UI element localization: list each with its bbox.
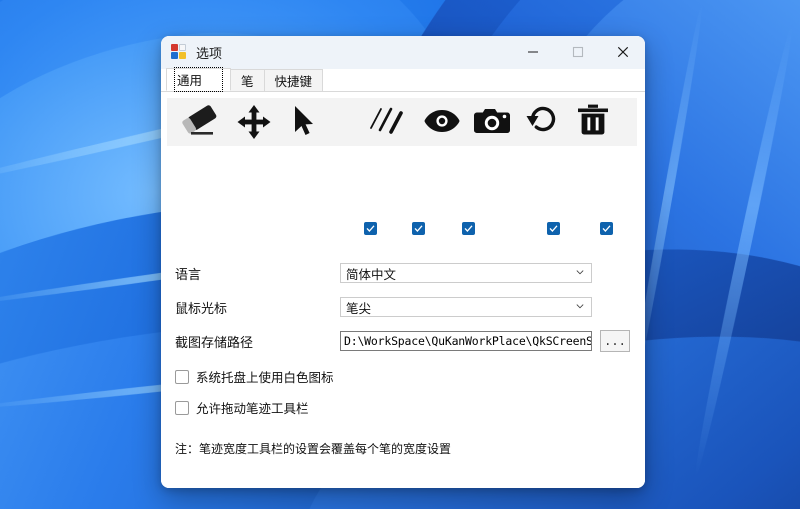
language-select[interactable]: 简体中文 — [340, 263, 592, 283]
tab-general-label: 通用 — [173, 67, 224, 92]
minimize-icon — [527, 51, 538, 53]
language-value: 简体中文 — [346, 266, 397, 282]
option-drag-toolbar-checkbox[interactable] — [175, 400, 189, 415]
cursor-value: 笔尖 — [346, 300, 372, 316]
pointer-icon[interactable] — [291, 104, 317, 140]
tool-checkbox-pointer[interactable] — [462, 222, 475, 235]
camera-icon[interactable] — [473, 107, 511, 135]
tool-checkbox-row — [161, 222, 631, 238]
chevron-down-icon — [576, 270, 584, 275]
close-button[interactable] — [600, 36, 645, 68]
trash-icon[interactable] — [577, 104, 609, 136]
option-white-tray-icon-checkbox[interactable] — [175, 369, 189, 384]
tool-checkbox-strokes[interactable] — [547, 222, 560, 235]
tab-pen-label: 笔 — [241, 74, 254, 89]
option-drag-toolbar-label: 允许拖动笔迹工具栏 — [196, 401, 309, 416]
eraser-icon[interactable] — [181, 104, 229, 140]
title-bar: 选项 — [161, 36, 645, 69]
tool-checkbox-eye[interactable] — [600, 222, 613, 235]
app-logo-icon — [171, 44, 187, 60]
browse-button[interactable]: ... — [600, 330, 630, 352]
check-icon — [414, 225, 423, 232]
option-white-tray-icon-label: 系统托盘上使用白色图标 — [196, 370, 334, 385]
toolbar-preview-panel — [167, 98, 637, 146]
cursor-row: 鼠标光标 笔尖 — [175, 296, 635, 318]
save-path-row: 截图存储路径 D:\WorkSpace\QuKanWorkPlace\QkSCr… — [175, 330, 635, 352]
tool-icon-row — [167, 98, 637, 146]
eye-icon[interactable] — [423, 108, 461, 134]
tab-shortcuts[interactable]: 快捷键 — [263, 69, 324, 91]
check-icon — [464, 225, 473, 232]
options-window: 选项 通用 笔 快捷键 语言 简体中文 鼠标光标 笔尖 截图存储路径 D:\Wo… — [161, 36, 645, 488]
tool-checkbox-move[interactable] — [412, 222, 425, 235]
desktop-background: 选项 通用 笔 快捷键 语言 简体中文 鼠标光标 笔尖 截图存储路径 D:\Wo… — [0, 0, 800, 509]
strokes-icon[interactable] — [367, 104, 409, 140]
window-title: 选项 — [196, 46, 223, 62]
check-icon — [366, 225, 375, 232]
tab-general[interactable]: 通用 — [166, 67, 232, 92]
tool-checkbox-eraser[interactable] — [364, 222, 377, 235]
close-icon — [617, 46, 628, 58]
window-body: 语言 简体中文 鼠标光标 笔尖 截图存储路径 D:\WorkSpace\QuKa… — [161, 92, 645, 488]
cursor-label: 鼠标光标 — [175, 301, 228, 317]
save-path-input[interactable]: D:\WorkSpace\QuKanWorkPlace\QkSCreenShot… — [340, 331, 592, 351]
note-text: 注：笔迹宽度工具栏的设置会覆盖每个笔的宽度设置 — [175, 442, 452, 456]
tab-pen[interactable]: 笔 — [230, 69, 265, 91]
save-path-label: 截图存储路径 — [175, 335, 254, 351]
cursor-select[interactable]: 笔尖 — [340, 297, 592, 317]
tab-shortcuts-label: 快捷键 — [274, 74, 313, 89]
maximize-icon — [572, 46, 583, 58]
check-icon — [549, 225, 558, 232]
option-drag-toolbar-row[interactable]: 允许拖动笔迹工具栏 — [175, 398, 309, 417]
move-icon[interactable] — [237, 104, 271, 140]
maximize-button[interactable] — [555, 36, 600, 68]
undo-icon[interactable] — [525, 105, 559, 135]
check-icon — [602, 225, 611, 232]
language-label: 语言 — [175, 267, 202, 283]
tab-strip: 通用 笔 快捷键 — [161, 67, 645, 92]
option-white-tray-icon-row[interactable]: 系统托盘上使用白色图标 — [175, 367, 334, 386]
language-row: 语言 简体中文 — [175, 262, 635, 284]
chevron-down-icon — [576, 304, 584, 309]
window-controls — [510, 36, 645, 68]
minimize-button[interactable] — [510, 36, 555, 68]
